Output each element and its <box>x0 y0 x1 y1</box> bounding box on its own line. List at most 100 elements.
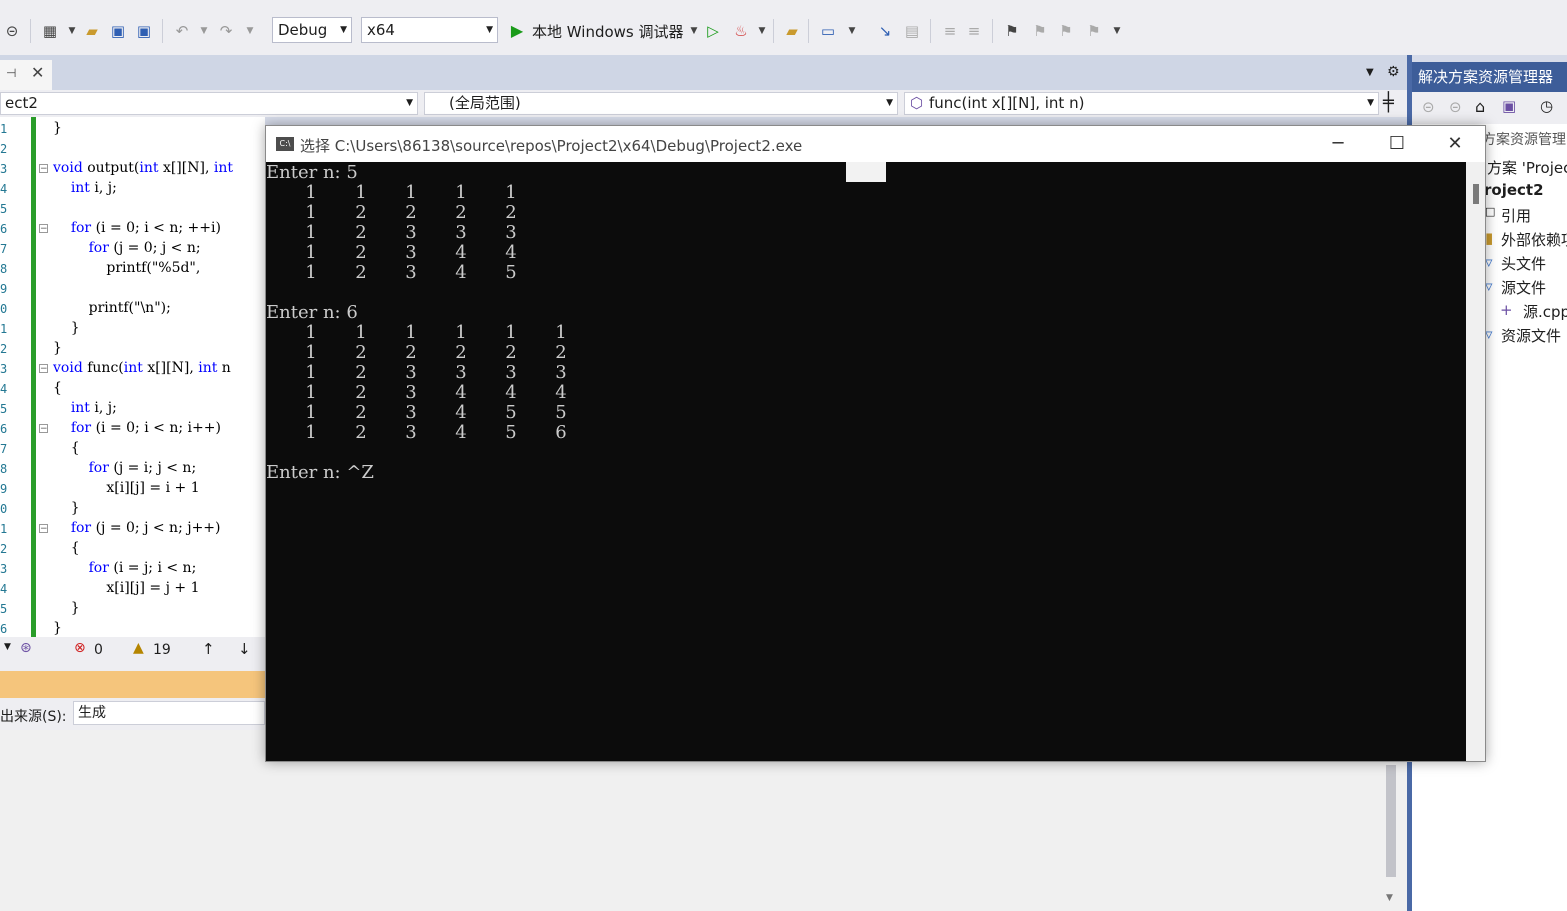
next-bookmark-icon[interactable]: ⚑ <box>1056 21 1076 41</box>
error-count[interactable]: 0 <box>94 642 103 658</box>
project-node[interactable]: roject2 <box>1484 181 1544 199</box>
chevron-down-icon[interactable]: ▼ <box>752 21 772 41</box>
close-icon[interactable]: ✕ <box>1435 130 1475 158</box>
pin-icon[interactable]: ⊣ <box>6 66 16 80</box>
chevron-down-icon[interactable]: ▼ <box>62 21 82 41</box>
matrix-cell: 4 <box>555 382 567 403</box>
matrix-cell: 1 <box>505 322 517 343</box>
filter-folder-icon: ▿ <box>1485 325 1493 343</box>
error-icon[interactable]: ⊗ <box>74 640 86 656</box>
solution-explorer-search[interactable]: 方案资源管理 <box>1482 129 1566 149</box>
switch-view-icon[interactable]: ▣ <box>1502 97 1516 115</box>
format-icon[interactable]: ▤ <box>902 21 922 41</box>
undo-icon[interactable]: ↶ <box>172 21 192 41</box>
step-icon[interactable]: ↘ <box>875 21 895 41</box>
platform-dropdown[interactable]: x64 ▼ <box>361 17 498 43</box>
save-all-icon[interactable]: ▣ <box>134 21 154 41</box>
matrix-cell: 3 <box>405 222 417 243</box>
folder-browse-icon[interactable]: ▰ <box>782 21 802 41</box>
play-icon[interactable]: ▶ <box>507 21 527 41</box>
fold-toggle-icon[interactable]: − <box>39 164 48 174</box>
forward-icon[interactable]: ⊝ <box>2 21 22 41</box>
indent-icon[interactable]: ≡ <box>940 21 960 41</box>
hot-reload-icon[interactable]: ♨ <box>731 21 751 41</box>
console-scrollbar-thumb[interactable] <box>1473 184 1479 204</box>
console-output[interactable]: Enter n: 5 Enter n: 6 Enter n: ^Z 111111… <box>266 162 1466 761</box>
redo-icon[interactable]: ↷ <box>216 21 236 41</box>
line-number: 8 <box>0 262 8 276</box>
matrix-cell: 1 <box>305 342 317 363</box>
header-files-node[interactable]: 头文件 <box>1501 253 1546 274</box>
open-folder-icon[interactable]: ▰ <box>82 21 102 41</box>
maximize-icon[interactable]: ☐ <box>1377 130 1417 158</box>
start-without-debugging-icon[interactable]: ▷ <box>703 21 723 41</box>
warning-icon[interactable]: ▲ <box>133 640 144 656</box>
document-tab[interactable]: ⊣ ✕ <box>0 60 52 90</box>
project-dropdown[interactable]: ect2 ▼ <box>0 92 418 115</box>
close-icon[interactable]: ✕ <box>31 63 44 82</box>
code-editor[interactable]: 1 2 3 4 5 6 7 8 9 0 1 2 3 4 5 6 7 8 9 0 1 2 3 4 5 6 } void output(… <box>0 117 265 637</box>
forward-icon[interactable]: ⊝ <box>1449 98 1462 116</box>
chevron-down-icon[interactable]: ▼ <box>1366 67 1374 78</box>
chevron-down-icon: ▼ <box>1367 98 1374 108</box>
resource-files-node[interactable]: 资源文件 <box>1501 325 1561 346</box>
console-window[interactable]: C:\ 选择 C:\Users\86138\source\repos\Proje… <box>265 125 1486 762</box>
scope-dropdown[interactable]: (全局范围) ▼ <box>424 92 898 115</box>
code-line: for (i = j; i < n; <box>88 560 197 576</box>
line-number: 3 <box>0 562 8 576</box>
split-icon[interactable]: ╪ <box>1383 92 1394 113</box>
arrow-up-icon[interactable]: ↑ <box>202 640 215 658</box>
chevron-down-icon[interactable]: ▼ <box>194 21 214 41</box>
console-titlebar[interactable]: C:\ 选择 C:\Users\86138\source\repos\Proje… <box>266 126 1485 162</box>
chevron-down-icon: ▼ <box>486 25 493 35</box>
document-tab-row: ⊣ ✕ ▼ ⚙ <box>0 55 1412 90</box>
chevron-down-icon[interactable]: ▼ <box>4 642 11 652</box>
fold-toggle-icon[interactable]: − <box>39 364 48 374</box>
scroll-down-icon[interactable]: ▼ <box>1386 893 1393 903</box>
references-node[interactable]: 引用 <box>1501 205 1531 226</box>
config-dropdown[interactable]: Debug ▼ <box>272 17 352 43</box>
matrix-cell: 2 <box>355 422 367 443</box>
chevron-down-icon[interactable]: ▼ <box>842 21 862 41</box>
fold-toggle-icon[interactable]: − <box>39 424 48 434</box>
matrix-cell: 2 <box>355 382 367 403</box>
line-number: 8 <box>0 462 8 476</box>
clear-bookmarks-icon[interactable]: ⚑ <box>1084 21 1104 41</box>
back-icon[interactable]: ⊝ <box>1422 98 1435 116</box>
save-icon[interactable]: ▣ <box>108 21 128 41</box>
member-dropdown[interactable]: ⬡ func(int x[][N], int n) ▼ <box>904 92 1379 115</box>
window-layout-icon[interactable]: ▭ <box>818 21 838 41</box>
minimize-icon[interactable]: ─ <box>1318 130 1358 158</box>
line-number: 1 <box>0 522 8 536</box>
pending-changes-icon[interactable]: ◷ <box>1540 97 1553 115</box>
chevron-down-icon[interactable]: ▼ <box>684 21 704 41</box>
warning-count[interactable]: 19 <box>153 642 171 658</box>
source-files-node[interactable]: 源文件 <box>1501 277 1546 298</box>
source-cpp-node[interactable]: 源.cpp <box>1523 301 1567 322</box>
toolbar-separator <box>773 19 774 43</box>
bookmark-icon[interactable]: ⚑ <box>1002 21 1022 41</box>
new-project-icon[interactable]: ▦ <box>40 21 60 41</box>
chevron-down-icon[interactable]: ▼ <box>1107 21 1127 41</box>
home-icon[interactable]: ⌂ <box>1475 97 1485 116</box>
intellicode-icon[interactable]: ⊛ <box>20 640 32 656</box>
code-line: void func(int x[][N], int n <box>53 360 231 376</box>
arrow-down-icon[interactable]: ↓ <box>238 640 251 658</box>
fold-toggle-icon[interactable]: − <box>39 224 48 234</box>
outdent-icon[interactable]: ≡ <box>964 21 984 41</box>
matrix-cell: 3 <box>405 262 417 283</box>
member-value: func(int x[][N], int n) <box>929 94 1085 112</box>
run-debugger-button[interactable]: 本地 Windows 调试器 <box>532 21 684 42</box>
solution-node[interactable]: 方案 'Projec <box>1487 157 1567 178</box>
console-scrollbar[interactable] <box>1466 162 1485 761</box>
toolbar-separator <box>808 19 809 43</box>
prev-bookmark-icon[interactable]: ⚑ <box>1030 21 1050 41</box>
output-source-dropdown[interactable]: 生成 <box>73 701 265 725</box>
gear-icon[interactable]: ⚙ <box>1387 64 1400 80</box>
output-scrollbar-thumb[interactable] <box>1386 765 1396 877</box>
code-line: void output(int x[][N], int <box>53 160 233 176</box>
external-deps-node[interactable]: 外部依赖项 <box>1501 229 1567 250</box>
chevron-down-icon[interactable]: ▼ <box>240 21 260 41</box>
fold-toggle-icon[interactable]: − <box>39 524 48 534</box>
project-value: ect2 <box>5 94 38 112</box>
